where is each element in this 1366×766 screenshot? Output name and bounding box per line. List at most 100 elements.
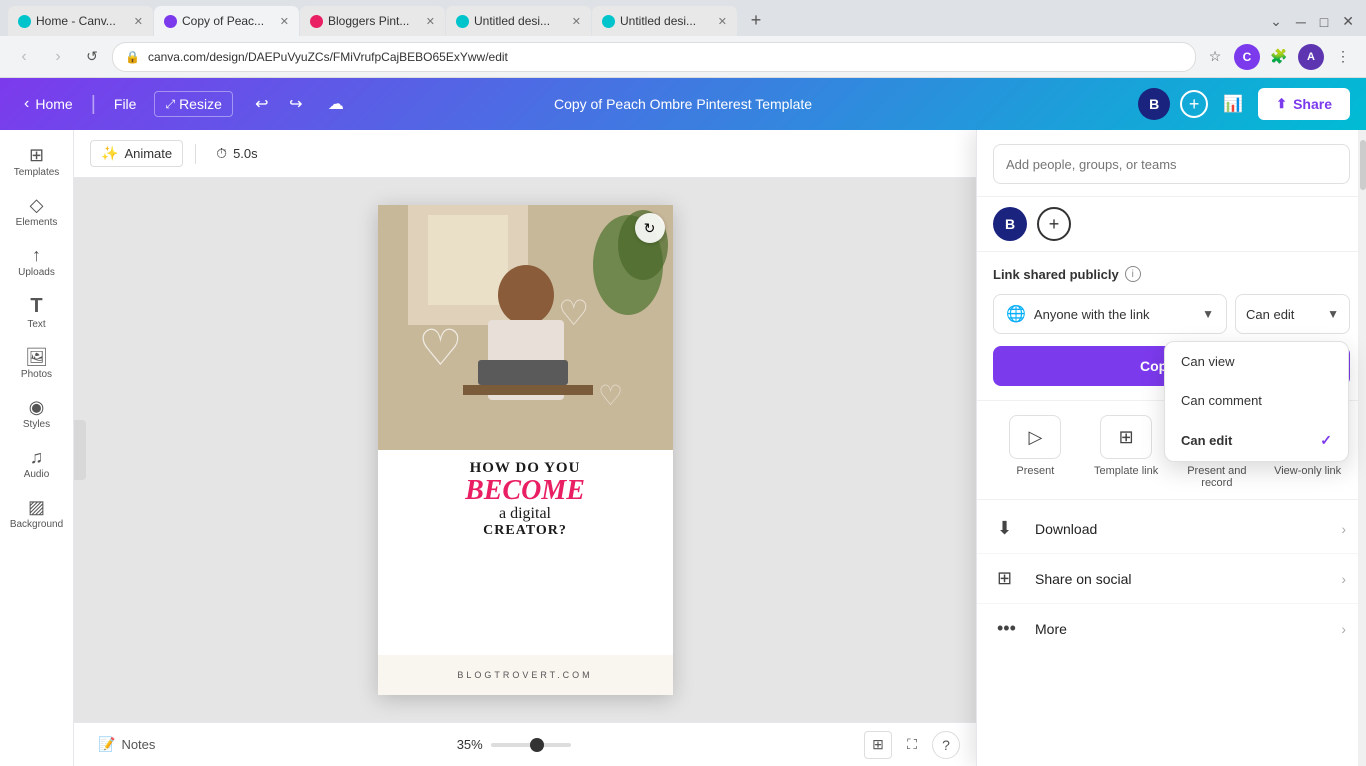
tab-2[interactable]: Copy of Peac... ✕ [154, 6, 299, 36]
sidebar-item-background[interactable]: ▨ Background [4, 490, 70, 538]
uploads-label: Uploads [18, 267, 55, 278]
background-label: Background [10, 519, 63, 530]
share-social-row[interactable]: ⊞ Share on social › [977, 554, 1366, 604]
tab-close-5[interactable]: ✕ [718, 15, 727, 28]
chevron-left-icon: ‹ [24, 95, 29, 113]
sidebar-item-styles[interactable]: ◉ Styles [4, 390, 70, 438]
tab-close-2[interactable]: ✕ [280, 15, 289, 28]
share-button[interactable]: ⬆ Share [1258, 88, 1350, 120]
tab-close-3[interactable]: ✕ [426, 15, 435, 28]
design-text-area: HOW DO YOU BECOME a digital CREATOR? [378, 450, 673, 545]
download-row[interactable]: ⬇ Download › [977, 504, 1366, 554]
tab-4[interactable]: Untitled desi... ✕ [446, 6, 591, 36]
maximize-button[interactable]: □ [1316, 10, 1332, 34]
link-who-select[interactable]: 🌐 Anyone with the link ▼ [993, 294, 1227, 334]
back-button[interactable]: ‹ [10, 43, 38, 71]
address-text: canva.com/design/DAEPuVyuZCs/FMiVrufpCaj… [148, 50, 508, 64]
bookmark-icon[interactable]: ☆ [1202, 44, 1228, 70]
extra-items-section: ⬇ Download › ⊞ Share on social › ••• Mor… [977, 500, 1366, 657]
profile-avatar[interactable]: A [1298, 44, 1324, 70]
invite-row: B + [977, 197, 1366, 252]
undo-button[interactable]: ↩ [247, 89, 277, 119]
tabs-bar: Home - Canv... ✕ Copy of Peac... ✕ Blogg… [8, 6, 1358, 36]
minimize-button[interactable]: ─ [1292, 10, 1310, 34]
sidebar-item-audio[interactable]: ♫ Audio [4, 440, 70, 488]
bottom-right-controls: ⊞ ⛶ ? [864, 731, 960, 759]
action-template-link[interactable]: ⊞ Template link [1084, 415, 1169, 489]
cloud-save-button[interactable]: ☁ [321, 89, 351, 119]
share-icon: ⬆ [1276, 96, 1287, 112]
fullscreen-button[interactable]: ⛶ [898, 731, 926, 759]
settings-icon[interactable]: ⋮ [1330, 44, 1356, 70]
refresh-design-button[interactable]: ↻ [635, 213, 665, 243]
tab-3[interactable]: Bloggers Pint... ✕ [300, 6, 445, 36]
zoom-value: 35% [457, 737, 483, 752]
svg-text:♡: ♡ [418, 320, 463, 376]
perm-dropdown: Can view Can comment Can edit ✓ [1164, 341, 1349, 462]
canvas-left-scroll[interactable] [74, 420, 86, 480]
topbar-separator: | [91, 93, 96, 116]
add-collaborator-button[interactable]: + [1037, 207, 1071, 241]
address-bar[interactable]: 🔒 canva.com/design/DAEPuVyuZCs/FMiVrufpC… [112, 42, 1196, 72]
user-avatar-topbar[interactable]: B [1138, 88, 1170, 120]
new-tab-button[interactable]: + [742, 6, 770, 34]
present-label: Present [1016, 465, 1054, 477]
extensions-icon[interactable]: 🧩 [1266, 44, 1292, 70]
sidebar-item-templates[interactable]: ⊞ Templates [4, 138, 70, 186]
people-input[interactable] [993, 144, 1350, 184]
redo-button[interactable]: ↪ [281, 89, 311, 119]
undo-redo-group: ↩ ↪ [247, 89, 311, 119]
resize-button[interactable]: ⤢ Resize [154, 91, 232, 117]
link-perm-select[interactable]: Can edit ▼ Can view Can comment Can ed [1235, 294, 1350, 334]
home-button[interactable]: ‹ Home [16, 91, 81, 117]
tab-menu[interactable]: ⌄ ─ □ ✕ [1266, 9, 1358, 34]
forward-button[interactable]: › [44, 43, 72, 71]
canva-extension-icon[interactable]: C [1234, 44, 1260, 70]
design-photo-svg: ♡ ♡ ♡ [378, 205, 673, 450]
canvas-design[interactable]: ♡ ♡ ♡ HOW DO YOU BECOME a digital CREATO… [378, 205, 673, 695]
audio-icon: ♫ [30, 448, 44, 466]
panel-scrollbar[interactable] [1358, 130, 1366, 766]
perm-option-can-view[interactable]: Can view [1165, 342, 1348, 381]
more-row[interactable]: ••• More › [977, 604, 1366, 653]
analytics-icon[interactable]: 📊 [1218, 89, 1248, 119]
info-icon[interactable]: i [1125, 266, 1141, 282]
template-link-label: Template link [1094, 465, 1158, 477]
scrollbar-thumb[interactable] [1360, 140, 1366, 190]
zoom-thumb[interactable] [530, 738, 544, 752]
reload-button[interactable]: ↺ [78, 43, 106, 71]
grid-view-button[interactable]: ⊞ [864, 731, 892, 759]
topbar-add-collaborator-button[interactable]: + [1180, 90, 1208, 118]
canva-main: ⊞ Templates ◇ Elements ↑ Uploads T Text … [0, 130, 1366, 766]
animate-button[interactable]: ✨ Animate [90, 140, 183, 167]
tab-favicon-2 [164, 15, 177, 28]
perm-option-can-edit[interactable]: Can edit ✓ [1165, 420, 1348, 461]
templates-icon: ⊞ [29, 146, 44, 164]
action-present[interactable]: ▷ Present [993, 415, 1078, 489]
help-button[interactable]: ? [932, 731, 960, 759]
design-become-text: BECOME [394, 477, 657, 505]
browser-chrome: Home - Canv... ✕ Copy of Peac... ✕ Blogg… [0, 0, 1366, 36]
close-button[interactable]: ✕ [1338, 9, 1358, 34]
notes-button[interactable]: 📝 Notes [90, 732, 163, 757]
link-section: Link shared publicly i 🌐 Anyone with the… [977, 252, 1366, 401]
tab-1[interactable]: Home - Canv... ✕ [8, 6, 153, 36]
zoom-slider[interactable] [491, 743, 571, 747]
timing-button[interactable]: ⏱ 5.0s [208, 141, 266, 166]
sidebar-item-uploads[interactable]: ↑ Uploads [4, 238, 70, 286]
svg-text:♡: ♡ [558, 294, 589, 333]
elements-icon: ◇ [30, 196, 44, 214]
file-menu-button[interactable]: File [106, 92, 145, 116]
who-chevron-icon: ▼ [1202, 307, 1214, 321]
audio-label: Audio [24, 469, 50, 480]
perm-option-can-comment[interactable]: Can comment [1165, 381, 1348, 420]
sidebar-item-elements[interactable]: ◇ Elements [4, 188, 70, 236]
sidebar-item-photos[interactable]: 🖼 Photos [4, 340, 70, 388]
sidebar-item-text[interactable]: T Text [4, 288, 70, 338]
tab-5[interactable]: Untitled desi... ✕ [592, 6, 737, 36]
canva-app: ‹ Home | File ⤢ Resize ↩ ↪ ☁ Copy of Pea… [0, 78, 1366, 766]
tab-close-4[interactable]: ✕ [572, 15, 581, 28]
tab-list-icon[interactable]: ⌄ [1266, 9, 1286, 34]
text-label: Text [27, 319, 45, 330]
tab-close-1[interactable]: ✕ [134, 15, 143, 28]
